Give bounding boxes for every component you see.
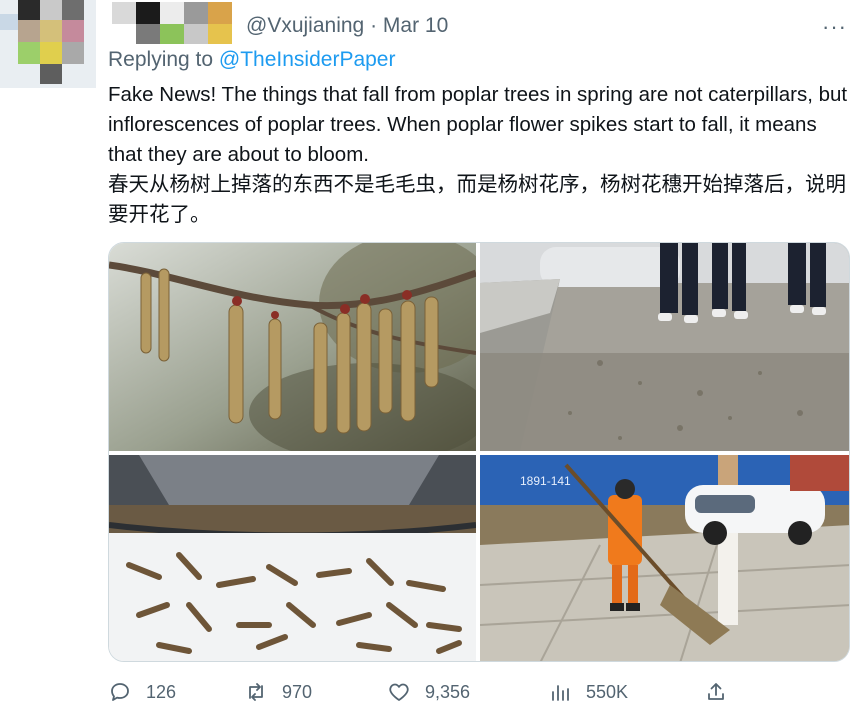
- avatar[interactable]: [0, 0, 96, 88]
- views-icon: [552, 685, 569, 701]
- share-button[interactable]: [704, 680, 728, 704]
- reply-button[interactable]: 126: [108, 680, 176, 704]
- more-icon: ···: [822, 14, 847, 39]
- photo-car-hood-catkins[interactable]: [109, 455, 476, 661]
- share-icon: [708, 683, 724, 700]
- tweet-date[interactable]: Mar 10: [383, 14, 448, 37]
- header-separator: ·: [370, 14, 378, 37]
- tweet-actions: 126 970 9,356 550K: [108, 680, 850, 710]
- photo-sign-text: 1891-141: [520, 474, 571, 488]
- display-name-redacted: [112, 2, 232, 44]
- reply-count: 126: [146, 681, 177, 702]
- photo-street-catkins[interactable]: [480, 243, 849, 451]
- author-handle[interactable]: @Vxujianing: [246, 14, 364, 37]
- photo-street-catkins-graphic: [480, 243, 849, 451]
- photo-catkins-branch[interactable]: [109, 243, 476, 451]
- tweet-text-zh: 春天从杨树上掉落的东西不是毛毛虫，而是杨树花序，杨树花穗开始掉落后，说明要开花了…: [108, 173, 846, 226]
- reply-icon: [111, 683, 129, 701]
- replying-to-label: Replying to: [108, 48, 214, 71]
- views-button[interactable]: 550K: [548, 680, 628, 704]
- like-count: 9,356: [425, 681, 471, 702]
- media-grid: 1891-141: [108, 242, 850, 662]
- like-icon: [389, 683, 409, 701]
- avatar-pixel: [62, 0, 84, 20]
- avatar-pixel: [40, 64, 62, 84]
- avatar-pixel: [40, 42, 62, 64]
- tweet-header: @Vxujianing · Mar 10: [246, 14, 448, 38]
- avatar-pixel: [18, 20, 40, 42]
- retweet-icon: [249, 683, 263, 701]
- avatar-pixel: [18, 0, 40, 20]
- photo-street-sweeper-graphic: 1891-141: [480, 455, 849, 661]
- avatar-pixel: [62, 20, 84, 42]
- tweet-text: Fake News! The things that fall from pop…: [108, 80, 848, 230]
- photo-street-sweeper[interactable]: 1891-141: [480, 455, 849, 661]
- like-button[interactable]: 9,356: [387, 680, 470, 704]
- avatar-pixel: [18, 42, 40, 64]
- avatar-pixel: [62, 42, 84, 64]
- tweet-text-en: Fake News! The things that fall from pop…: [108, 83, 848, 166]
- retweet-count: 970: [282, 681, 313, 702]
- avatar-pixel: [40, 0, 62, 20]
- replying-to-link[interactable]: @TheInsiderPaper: [219, 48, 396, 71]
- views-count: 550K: [586, 681, 629, 702]
- avatar-pixel: [40, 20, 62, 42]
- replying-to: Replying to @TheInsiderPaper: [108, 48, 395, 72]
- more-button[interactable]: ···: [822, 14, 847, 40]
- photo-car-hood-catkins-graphic: [109, 455, 476, 661]
- retweet-button[interactable]: 970: [244, 680, 312, 704]
- photo-catkins-branch-graphic: [109, 243, 476, 451]
- avatar-pixel: [0, 14, 18, 30]
